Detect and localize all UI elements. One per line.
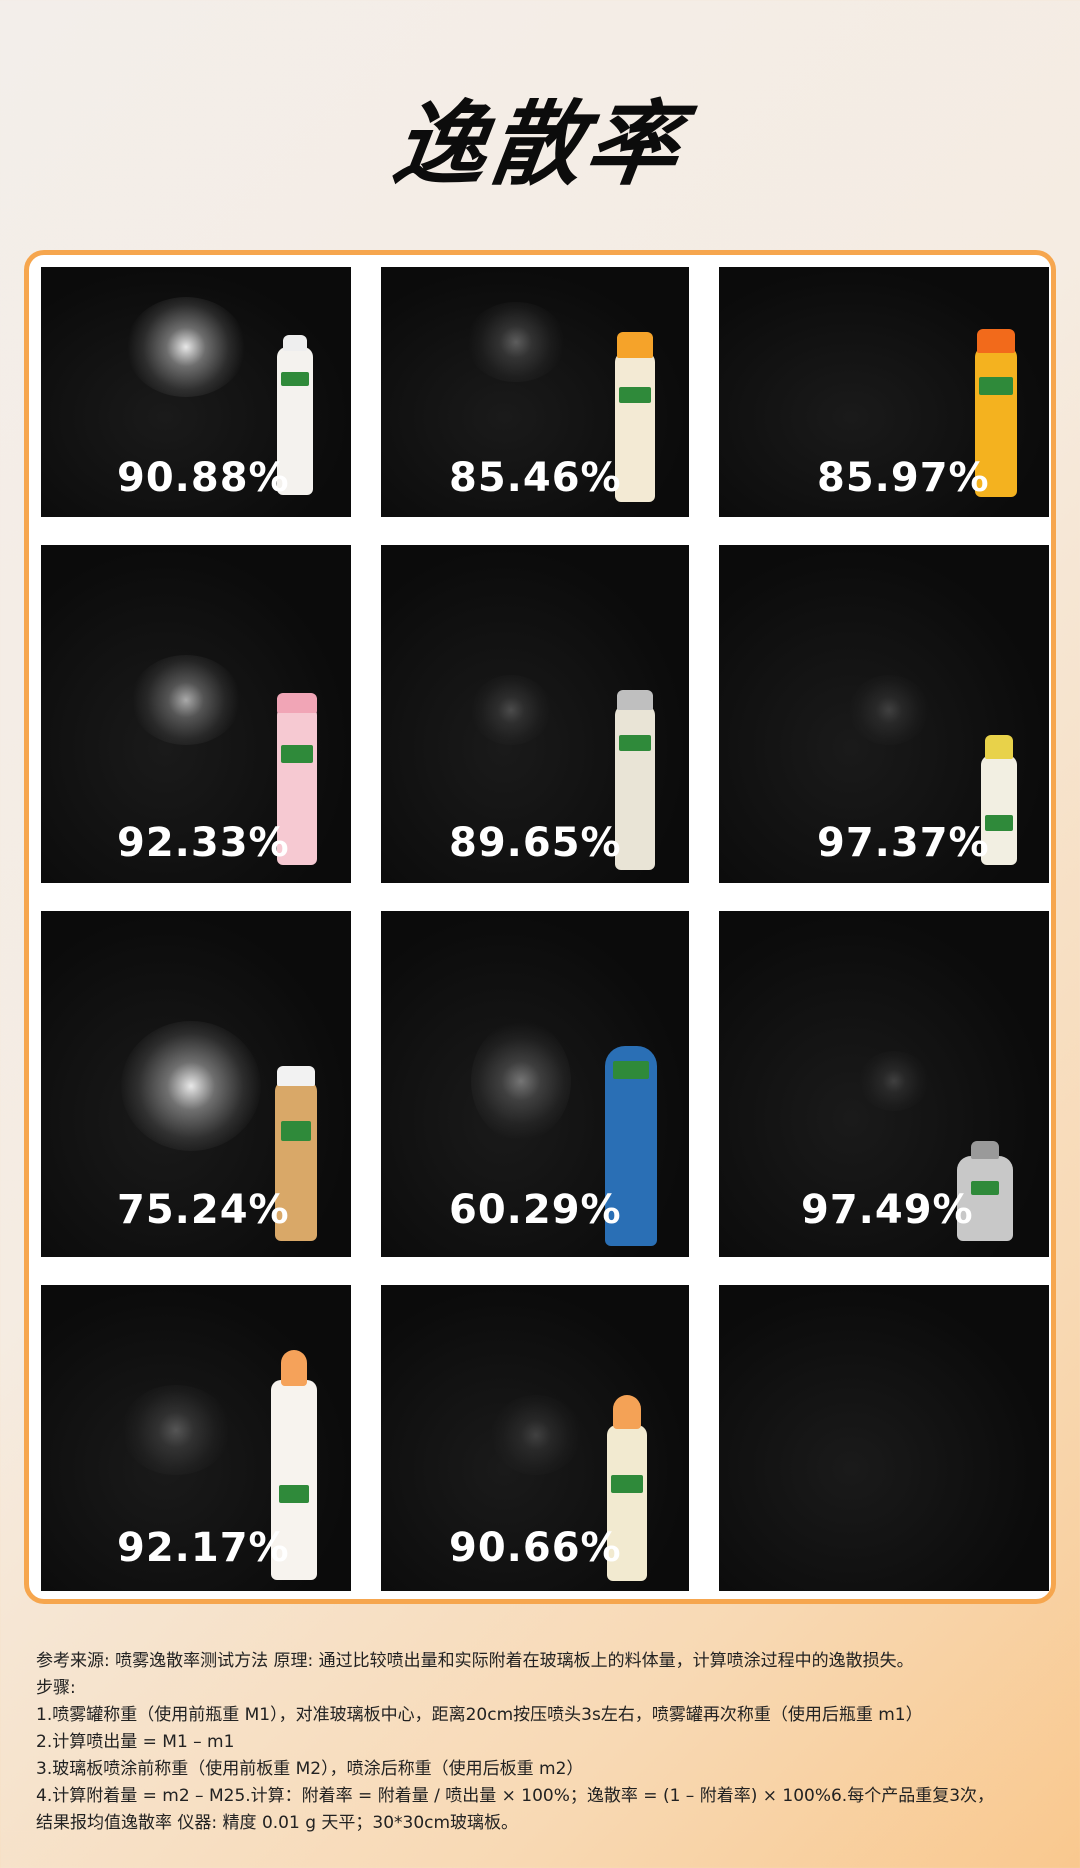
spray-residue <box>126 297 246 397</box>
spray-residue <box>849 675 929 745</box>
notes-line: 2.计算喷出量 = M1 – m1 <box>36 1732 235 1752</box>
spray-residue <box>471 1021 571 1141</box>
product-cap <box>977 329 1015 353</box>
product-label <box>613 1061 649 1079</box>
spray-residue <box>131 655 241 745</box>
spray-residue <box>471 675 551 745</box>
escape-rate-value: 60.29% <box>449 1187 622 1233</box>
test-panel: 92.17% <box>41 1285 351 1591</box>
escape-rate-value: 75.24% <box>117 1187 290 1233</box>
spray-residue <box>121 1385 231 1475</box>
spray-residue <box>491 1395 581 1475</box>
escape-rate-value: 97.49% <box>801 1187 974 1233</box>
escape-rate-value: 92.17% <box>117 1525 290 1571</box>
test-panel: 85.46% <box>381 267 689 517</box>
product-label <box>619 387 651 403</box>
test-panel: 90.66% <box>381 1285 689 1591</box>
product-cap <box>613 1395 641 1429</box>
product-label <box>279 1485 309 1503</box>
notes-line: 步骤: <box>36 1678 76 1698</box>
results-grid: 90.88% 85.46% 85.97% 92.33% 89.65% 97.37… <box>24 250 1056 1604</box>
product-label <box>611 1475 643 1493</box>
product-label <box>619 735 651 751</box>
spray-residue <box>466 302 566 382</box>
escape-rate-value: 85.97% <box>817 455 990 501</box>
test-panel: 97.49% <box>719 911 1049 1257</box>
escape-rate-value: 90.66% <box>449 1525 622 1571</box>
escape-rate-value: 85.46% <box>449 455 622 501</box>
test-panel-empty <box>719 1285 1049 1591</box>
notes-line: 参考来源: 喷雾逸散率测试方法 原理: 通过比较喷出量和实际附着在玻璃板上的料体… <box>36 1651 914 1671</box>
escape-rate-value: 89.65% <box>449 820 622 866</box>
product-label <box>971 1181 999 1195</box>
product-cap <box>277 693 317 713</box>
notes-line: 3.玻璃板喷涂前称重（使用前板重 M2），喷涂后称重（使用后板重 m2） <box>36 1759 584 1779</box>
page-title: 逸散率 <box>387 91 691 198</box>
product-cap <box>985 735 1013 759</box>
product-label <box>281 372 309 386</box>
test-panel: 85.97% <box>719 267 1049 517</box>
spray-residue <box>859 1051 929 1111</box>
test-panel: 90.88% <box>41 267 351 517</box>
method-notes: 参考来源: 喷雾逸散率测试方法 原理: 通过比较喷出量和实际附着在玻璃板上的料体… <box>36 1648 1046 1837</box>
product-label <box>979 377 1013 395</box>
notes-line: 4.计算附着量 = m2 – M25.计算：附着率 = 附着量 / 喷出量 × … <box>36 1786 995 1806</box>
escape-rate-value: 97.37% <box>817 820 990 866</box>
product-cap <box>617 690 653 710</box>
product-cap <box>617 332 653 358</box>
notes-line: 结果报均值逸散率 仪器: 精度 0.01 g 天平；30*30cm玻璃板。 <box>36 1813 519 1833</box>
spray-residue <box>121 1021 261 1151</box>
test-panel: 60.29% <box>381 911 689 1257</box>
product-cap <box>277 1066 315 1086</box>
test-panel: 75.24% <box>41 911 351 1257</box>
product-cap <box>283 335 307 351</box>
escape-rate-value: 92.33% <box>117 820 290 866</box>
test-panel: 92.33% <box>41 545 351 883</box>
test-panel: 89.65% <box>381 545 689 883</box>
product-cap <box>281 1350 307 1386</box>
notes-line: 1.喷雾罐称重（使用前瓶重 M1），对准玻璃板中心，距离20cm按压喷头3s左右… <box>36 1705 923 1725</box>
product-label <box>281 1121 311 1141</box>
product-label <box>281 745 313 763</box>
product-cap <box>971 1141 999 1159</box>
test-panel: 97.37% <box>719 545 1049 883</box>
escape-rate-value: 90.88% <box>117 455 290 501</box>
